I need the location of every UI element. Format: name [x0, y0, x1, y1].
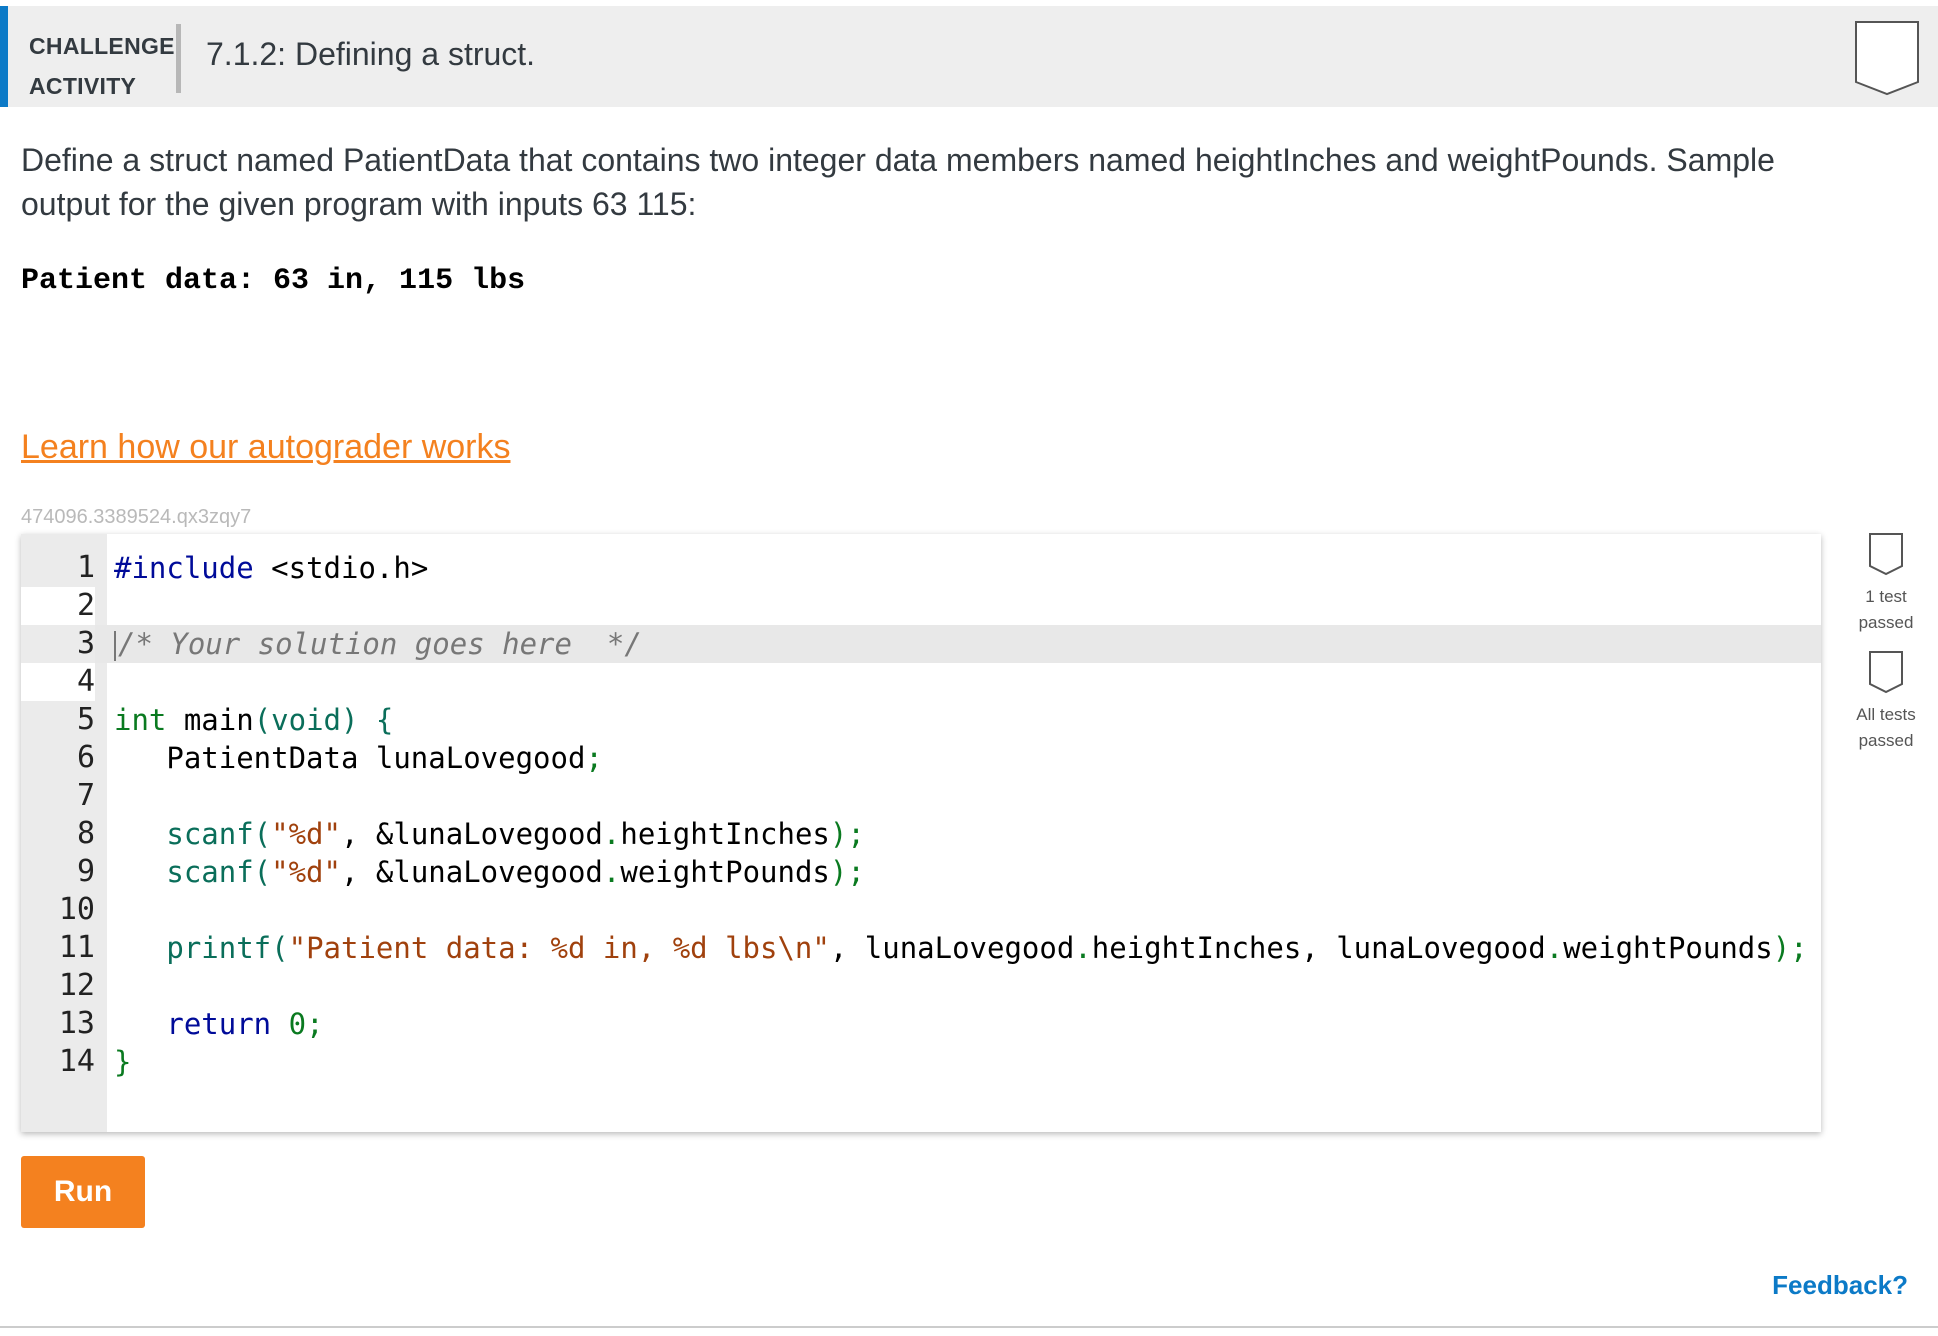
- code-line[interactable]: 1 #include <stdio.h>: [21, 549, 1821, 587]
- line-number: 9: [21, 853, 95, 891]
- line-number: 1: [21, 549, 95, 587]
- all-tests-bookmark-icon: [1868, 650, 1904, 694]
- line-number: 7: [21, 777, 95, 815]
- code-line-active[interactable]: 3 /* Your solution goes here */: [21, 625, 1821, 663]
- line-number: 4: [21, 663, 95, 701]
- code-line[interactable]: 12: [21, 967, 1821, 1005]
- code-line[interactable]: 13 return 0;: [21, 1005, 1821, 1043]
- header-divider: [176, 24, 181, 93]
- code-editor[interactable]: 1 #include <stdio.h> 2 3 /* Your solutio…: [21, 534, 1821, 1132]
- line-number: 3: [21, 625, 95, 663]
- code-line[interactable]: 6 PatientData lunaLovegood;: [21, 739, 1821, 777]
- line-number: 10: [21, 891, 95, 929]
- line-number: 11: [21, 929, 95, 967]
- bottom-divider: [0, 1326, 1938, 1328]
- completion-bookmark-icon: [1854, 20, 1920, 96]
- code-line[interactable]: 14 }: [21, 1043, 1821, 1081]
- activity-id: 474096.3389524.qx3zqy7: [21, 506, 252, 528]
- code-line[interactable]: 9 scanf("%d", &lunaLovegood.weightPounds…: [21, 853, 1821, 891]
- line-number: 6: [21, 739, 95, 777]
- run-button[interactable]: Run: [21, 1156, 145, 1228]
- problem-description: Define a struct named PatientData that c…: [21, 142, 1775, 222]
- line-number: 2: [21, 587, 95, 625]
- learn-autograder-link[interactable]: Learn how our autograder works: [21, 428, 511, 467]
- code-line[interactable]: 4: [21, 663, 1821, 701]
- code-line[interactable]: 5 int main(void) {: [21, 701, 1821, 739]
- challenge-header: CHALLENGE ACTIVITY 7.1.2: Defining a str…: [0, 6, 1938, 107]
- text-cursor: [114, 631, 116, 661]
- line-number: 5: [21, 701, 95, 739]
- all-tests-status: All tests passed: [1856, 705, 1916, 750]
- one-test-status: 1 test passed: [1858, 587, 1914, 632]
- code-line[interactable]: 8 scanf("%d", &lunaLovegood.heightInches…: [21, 815, 1821, 853]
- code-line[interactable]: 7: [21, 777, 1821, 815]
- code-line[interactable]: 11 printf("Patient data: %d in, %d lbs\n…: [21, 929, 1821, 967]
- line-number: 13: [21, 1005, 95, 1043]
- code-line[interactable]: 10: [21, 891, 1821, 929]
- line-number: 12: [21, 967, 95, 1005]
- line-number: 14: [21, 1043, 95, 1081]
- code-line[interactable]: 2: [21, 587, 1821, 625]
- activity-title: 7.1.2: Defining a struct.: [206, 36, 536, 72]
- line-number: 8: [21, 815, 95, 853]
- test-bookmark-icon: [1868, 532, 1904, 576]
- sample-output: Patient data: 63 in, 115 lbs: [21, 264, 526, 298]
- feedback-link[interactable]: Feedback?: [1772, 1270, 1908, 1301]
- challenge-activity-label: CHALLENGE ACTIVITY: [29, 33, 175, 99]
